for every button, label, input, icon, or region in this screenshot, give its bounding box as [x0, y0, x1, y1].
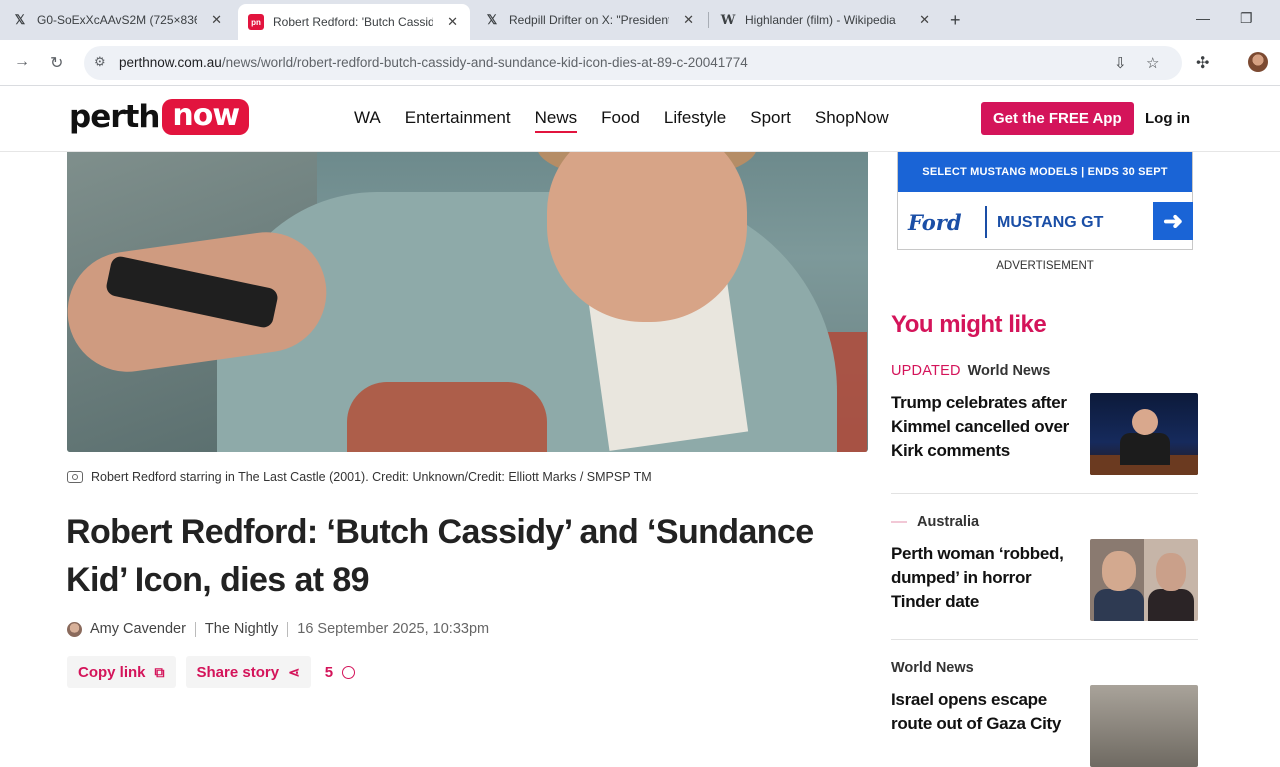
x-logo-icon: 𝕏 — [14, 12, 26, 27]
updated-badge: UPDATED — [891, 363, 961, 379]
profile-avatar[interactable] — [1248, 52, 1268, 72]
story-card[interactable]: Australia Perth woman ‘robbed, dumped’ i… — [891, 514, 1198, 621]
forward-icon[interactable]: → — [14, 53, 30, 71]
comments-button[interactable]: 5 — [325, 664, 356, 681]
story-thumbnail[interactable] — [1090, 539, 1198, 621]
reload-icon[interactable]: ↻ — [50, 53, 63, 73]
author-avatar — [67, 621, 82, 637]
ad-model: MUSTANG GT — [997, 214, 1104, 231]
arrow-right-icon[interactable]: ➜ — [1153, 202, 1193, 240]
story-card[interactable]: UPDATED World News Trump celebrates afte… — [891, 363, 1198, 475]
copy-link-button[interactable]: Copy link ⧉ — [67, 656, 176, 688]
url-text[interactable]: perthnow.com.au/news/world/robert-redfor… — [119, 55, 748, 70]
article-actions: Copy link ⧉ Share story ⋖ 5 — [67, 656, 356, 688]
close-icon[interactable]: ✕ — [683, 12, 694, 28]
story-section[interactable]: World News — [891, 660, 974, 676]
hero-image — [67, 152, 868, 452]
extensions-icon[interactable]: ✣ — [1196, 53, 1209, 73]
tab-label: Redpill Drifter on X: "President — [509, 13, 669, 27]
byline: Amy Cavender The Nightly 16 September 20… — [67, 621, 489, 637]
publication-name: The Nightly — [204, 621, 279, 637]
publish-date: 16 September 2025, 10:33pm — [297, 621, 490, 637]
camera-icon — [67, 471, 83, 483]
story-title[interactable]: Trump celebrates after Kimmel cancelled … — [891, 391, 1081, 463]
main-nav: WA Entertainment News Food Lifestyle Spo… — [354, 108, 913, 133]
browser-toolbar: → ↻ ⚙ perthnow.com.au/news/world/robert-… — [0, 40, 1280, 86]
tab-wikipedia[interactable]: W Highlander (film) - Wikipedia ✕ — [710, 6, 942, 34]
tab-image[interactable]: 𝕏 G0-SoExXcAAvS2M (725×836) ✕ — [2, 6, 234, 34]
story-thumbnail[interactable] — [1090, 685, 1198, 767]
tab-label: G0-SoExXcAAvS2M (725×836) — [37, 13, 197, 27]
wikipedia-icon: W — [720, 12, 736, 28]
nav-lifestyle[interactable]: Lifestyle — [664, 108, 726, 133]
section-dash — [891, 521, 907, 523]
close-icon[interactable]: ✕ — [211, 12, 222, 28]
story-title[interactable]: Israel opens escape route out of Gaza Ci… — [891, 688, 1081, 736]
tab-perthnow[interactable]: pn Robert Redford: 'Butch Cassidy ✕ — [238, 4, 470, 40]
story-title[interactable]: Perth woman ‘robbed, dumped’ in horror T… — [891, 542, 1081, 614]
close-icon[interactable]: ✕ — [919, 12, 930, 28]
nav-wa[interactable]: WA — [354, 108, 381, 133]
tab-label: Robert Redford: 'Butch Cassidy — [273, 15, 433, 29]
share-icon: ⋖ — [288, 663, 300, 680]
share-story-button[interactable]: Share story ⋖ — [185, 656, 311, 688]
image-caption: Robert Redford starring in The Last Cast… — [67, 470, 652, 484]
x-logo-icon: 𝕏 — [486, 12, 498, 27]
nav-shopnow[interactable]: ShopNow — [815, 108, 889, 133]
address-bar[interactable]: ⚙ perthnow.com.au/news/world/robert-redf… — [84, 46, 1182, 80]
browser-tab-bar: 𝕏 G0-SoExXcAAvS2M (725×836) ✕ pn Robert … — [0, 0, 1280, 40]
site-header: perth now WA Entertainment News Food Lif… — [0, 86, 1280, 152]
bookmark-star-icon[interactable]: ☆ — [1146, 54, 1159, 72]
story-card[interactable]: World News Israel opens escape route out… — [891, 660, 1198, 767]
get-app-button[interactable]: Get the FREE App — [981, 102, 1134, 135]
nav-news[interactable]: News — [534, 108, 578, 133]
install-app-icon[interactable]: ⇩ — [1114, 54, 1127, 72]
you-might-like-heading: You might like — [891, 311, 1047, 338]
article-headline: Robert Redford: ‘Butch Cassidy’ and ‘Sun… — [66, 513, 814, 599]
nav-sport[interactable]: Sport — [750, 108, 791, 133]
divider — [891, 639, 1198, 640]
author-name[interactable]: Amy Cavender — [90, 621, 186, 637]
tab-x-post[interactable]: 𝕏 Redpill Drifter on X: "President ✕ — [474, 6, 706, 34]
comment-bubble-icon — [342, 665, 356, 679]
story-section[interactable]: Australia — [917, 514, 979, 530]
restore-icon[interactable]: ❐ — [1240, 10, 1253, 27]
minimize-icon[interactable]: — — [1196, 10, 1210, 26]
new-tab-icon[interactable]: + — [950, 10, 961, 31]
copy-icon: ⧉ — [154, 663, 165, 680]
site-info-icon[interactable]: ⚙ — [94, 54, 106, 70]
ford-logo: Ford — [908, 210, 962, 235]
nav-entertainment[interactable]: Entertainment — [405, 108, 511, 133]
divider — [891, 493, 1198, 494]
close-icon[interactable]: ✕ — [447, 14, 458, 30]
tab-separator — [708, 12, 709, 28]
perthnow-icon: pn — [248, 14, 264, 30]
ad-band-text: SELECT MUSTANG MODELS | ENDS 30 SEPT — [898, 152, 1192, 192]
login-link[interactable]: Log in — [1145, 110, 1190, 127]
advertisement-label: ADVERTISEMENT — [996, 260, 1094, 272]
tab-label: Highlander (film) - Wikipedia — [745, 13, 896, 27]
story-section[interactable]: World News — [968, 363, 1051, 379]
perthnow-logo[interactable]: perth now — [69, 99, 250, 135]
nav-food[interactable]: Food — [601, 108, 640, 133]
story-thumbnail[interactable] — [1090, 393, 1198, 475]
advertisement-banner[interactable]: SELECT MUSTANG MODELS | ENDS 30 SEPT For… — [897, 152, 1193, 250]
caption-text: Robert Redford starring in The Last Cast… — [91, 470, 652, 484]
